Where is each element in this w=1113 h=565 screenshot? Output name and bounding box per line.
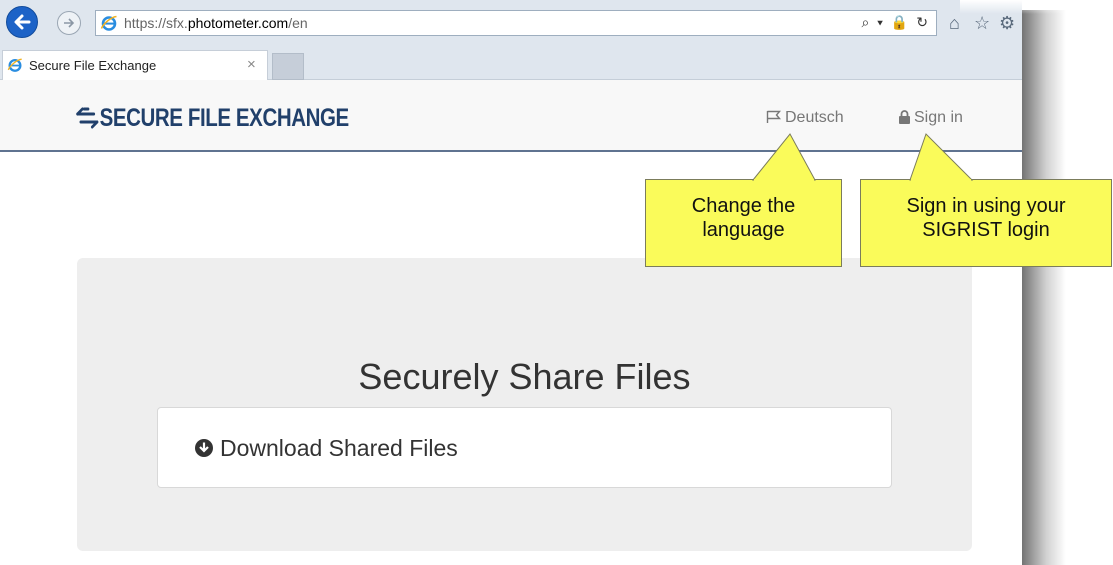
language-label: Deutsch	[785, 109, 844, 126]
site-brand[interactable]: SECURE FILE EXCHANGE	[75, 104, 349, 133]
close-tab-icon[interactable]: ×	[247, 56, 256, 73]
site-navbar: SECURE FILE EXCHANGE Deutsch Sign in	[0, 80, 1022, 152]
forward-button[interactable]	[57, 11, 81, 35]
callout-signin-line2: SIGRIST login	[922, 219, 1050, 241]
page-headline: Securely Share Files	[358, 356, 691, 397]
home-icon[interactable]: ⌂	[949, 14, 960, 32]
sign-in-label: Sign in	[914, 109, 963, 126]
tab-title: Secure File Exchange	[29, 58, 157, 73]
window-shadow	[1022, 10, 1066, 565]
callout-sign-in: Sign in using your SIGRIST login	[860, 179, 1112, 267]
arrow-left-icon	[14, 14, 31, 30]
back-button[interactable]	[6, 6, 38, 38]
tab-secure-file-exchange[interactable]: Secure File Exchange ×	[2, 50, 268, 80]
favorites-star-icon[interactable]: ☆	[974, 14, 990, 32]
sign-in-link[interactable]: Sign in	[898, 109, 963, 127]
callout-change-language: Change the language	[645, 179, 842, 267]
window-shadow-fade	[960, 0, 1070, 14]
download-label-row: Download Shared Files	[194, 435, 458, 462]
callout-language-line1: Change the	[691, 195, 796, 217]
gear-icon[interactable]: ⚙	[999, 14, 1015, 32]
ie-logo-icon	[100, 15, 117, 31]
lock-icon	[899, 110, 910, 124]
url-tools[interactable]: ⌕ ▾ 🔒 ↻	[861, 14, 930, 31]
exchange-arrows-icon	[76, 107, 99, 129]
flag-icon	[766, 110, 782, 123]
url-text: https://sfx.photometer.com/en	[124, 15, 308, 31]
arrow-right-icon	[64, 18, 75, 28]
url-field[interactable]: https://sfx.photometer.com/en ⌕ ▾ 🔒 ↻	[95, 10, 937, 36]
download-shared-files-button[interactable]: Download Shared Files	[157, 407, 892, 488]
ie-logo-icon	[7, 58, 22, 72]
new-tab-button[interactable]	[272, 53, 304, 80]
callout-language-line2: language	[702, 219, 785, 241]
hero-panel: Securely Share Files	[77, 258, 972, 551]
browser-window: https://sfx.photometer.com/en ⌕ ▾ 🔒 ↻ ⌂ …	[0, 0, 1022, 565]
address-bar: https://sfx.photometer.com/en ⌕ ▾ 🔒 ↻ ⌂ …	[0, 0, 1022, 44]
download-label: Download Shared Files	[220, 435, 458, 461]
language-link[interactable]: Deutsch	[766, 109, 844, 127]
tab-row: Secure File Exchange ×	[0, 44, 1022, 80]
download-circle-icon	[195, 439, 213, 457]
brand-text: SECURE FILE EXCHANGE	[99, 104, 350, 132]
callout-signin-line1: Sign in using your	[906, 195, 1066, 217]
